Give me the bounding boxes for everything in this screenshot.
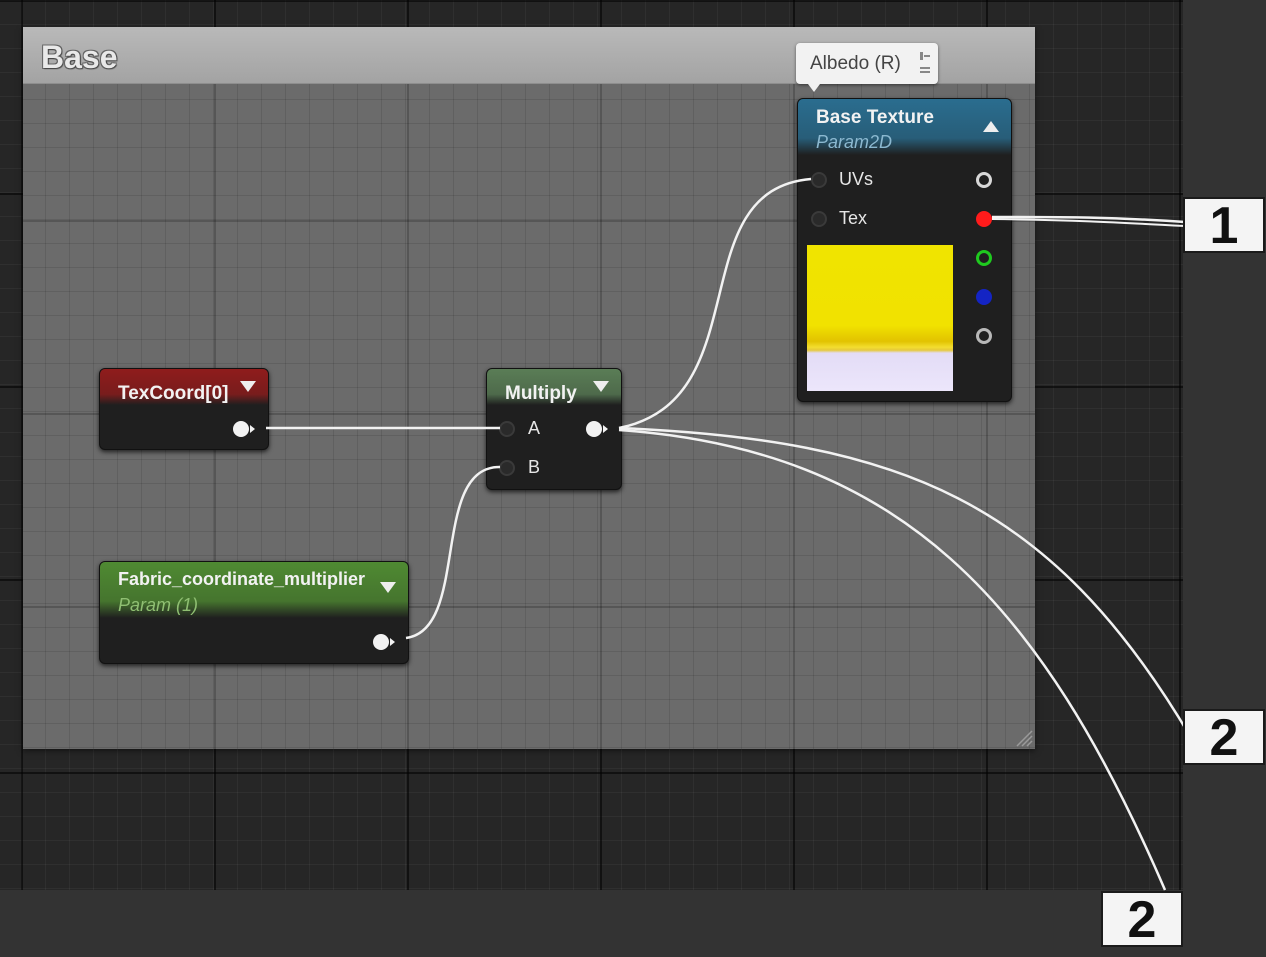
bottom-panel-strip bbox=[0, 890, 1266, 957]
pin-label-b: B bbox=[528, 457, 541, 477]
node-multiply-header[interactable]: Multiply bbox=[487, 369, 621, 405]
node-base-texture-subtitle: Param2D bbox=[816, 132, 893, 152]
node-base-texture-title: Base Texture bbox=[816, 107, 934, 128]
pin-label-a: A bbox=[528, 418, 541, 438]
node-base-texture-header[interactable]: Base Texture Param2D bbox=[798, 99, 1011, 155]
output-pin-texcoord[interactable] bbox=[233, 421, 249, 437]
node-multiply-title: Multiply bbox=[505, 383, 577, 404]
output-pin-rgb[interactable] bbox=[976, 172, 992, 188]
node-fabric-subtitle: Param (1) bbox=[118, 595, 199, 615]
callout-label-2-upper: 2 bbox=[1183, 709, 1265, 765]
output-pin-multiply[interactable] bbox=[586, 421, 602, 437]
collapse-arrow-icon[interactable] bbox=[240, 381, 256, 392]
output-pin-g[interactable] bbox=[976, 250, 992, 266]
output-pin-fabric[interactable] bbox=[373, 634, 389, 650]
callout-label-1: 1 bbox=[1183, 197, 1265, 253]
node-texcoord-title: TexCoord[0] bbox=[118, 383, 229, 404]
parameter-tooltip[interactable]: Albedo (R) bbox=[796, 43, 938, 84]
pin-arrow-icon bbox=[603, 425, 608, 433]
material-editor: Base TexCoord[0] Fabric_coordinate_multi… bbox=[0, 0, 1266, 957]
tooltip-tail bbox=[808, 84, 820, 92]
node-fabric-header[interactable]: Fabric_coordinate_multiplier Param (1) bbox=[100, 562, 408, 618]
node-fabric-title: Fabric_coordinate_multiplier bbox=[118, 569, 366, 589]
node-multiply[interactable]: Multiply A B bbox=[486, 368, 622, 490]
node-texcoord[interactable]: TexCoord[0] bbox=[99, 368, 269, 450]
pin-icon[interactable] bbox=[918, 49, 932, 77]
input-pin-tex[interactable] bbox=[811, 211, 827, 227]
output-pin-a[interactable] bbox=[976, 328, 992, 344]
node-fabric-coordinate-multiplier[interactable]: Fabric_coordinate_multiplier Param (1) bbox=[99, 561, 409, 664]
output-pin-r[interactable] bbox=[976, 211, 992, 227]
resize-grip-icon[interactable] bbox=[1013, 727, 1033, 747]
output-pin-b[interactable] bbox=[976, 289, 992, 305]
node-texcoord-header[interactable]: TexCoord[0] bbox=[100, 369, 268, 405]
tooltip-text: Albedo (R) bbox=[810, 53, 901, 74]
pin-arrow-icon bbox=[250, 425, 255, 433]
input-pin-b[interactable] bbox=[499, 460, 515, 476]
collapse-arrow-icon[interactable] bbox=[593, 381, 609, 392]
collapse-arrow-up-icon[interactable] bbox=[983, 121, 999, 132]
pin-label-tex: Tex bbox=[839, 208, 868, 228]
callout-label-2-lower: 2 bbox=[1101, 891, 1183, 947]
comment-title: Base bbox=[41, 39, 118, 75]
texture-preview-image bbox=[807, 245, 953, 391]
pin-arrow-icon bbox=[390, 638, 395, 646]
node-base-texture[interactable]: Base Texture Param2D UVs Tex bbox=[797, 98, 1012, 402]
input-pin-uvs[interactable] bbox=[811, 172, 827, 188]
pin-label-uvs: UVs bbox=[839, 169, 874, 189]
input-pin-a[interactable] bbox=[499, 421, 515, 437]
collapse-arrow-icon[interactable] bbox=[380, 582, 396, 593]
right-panel-strip bbox=[1183, 0, 1266, 957]
